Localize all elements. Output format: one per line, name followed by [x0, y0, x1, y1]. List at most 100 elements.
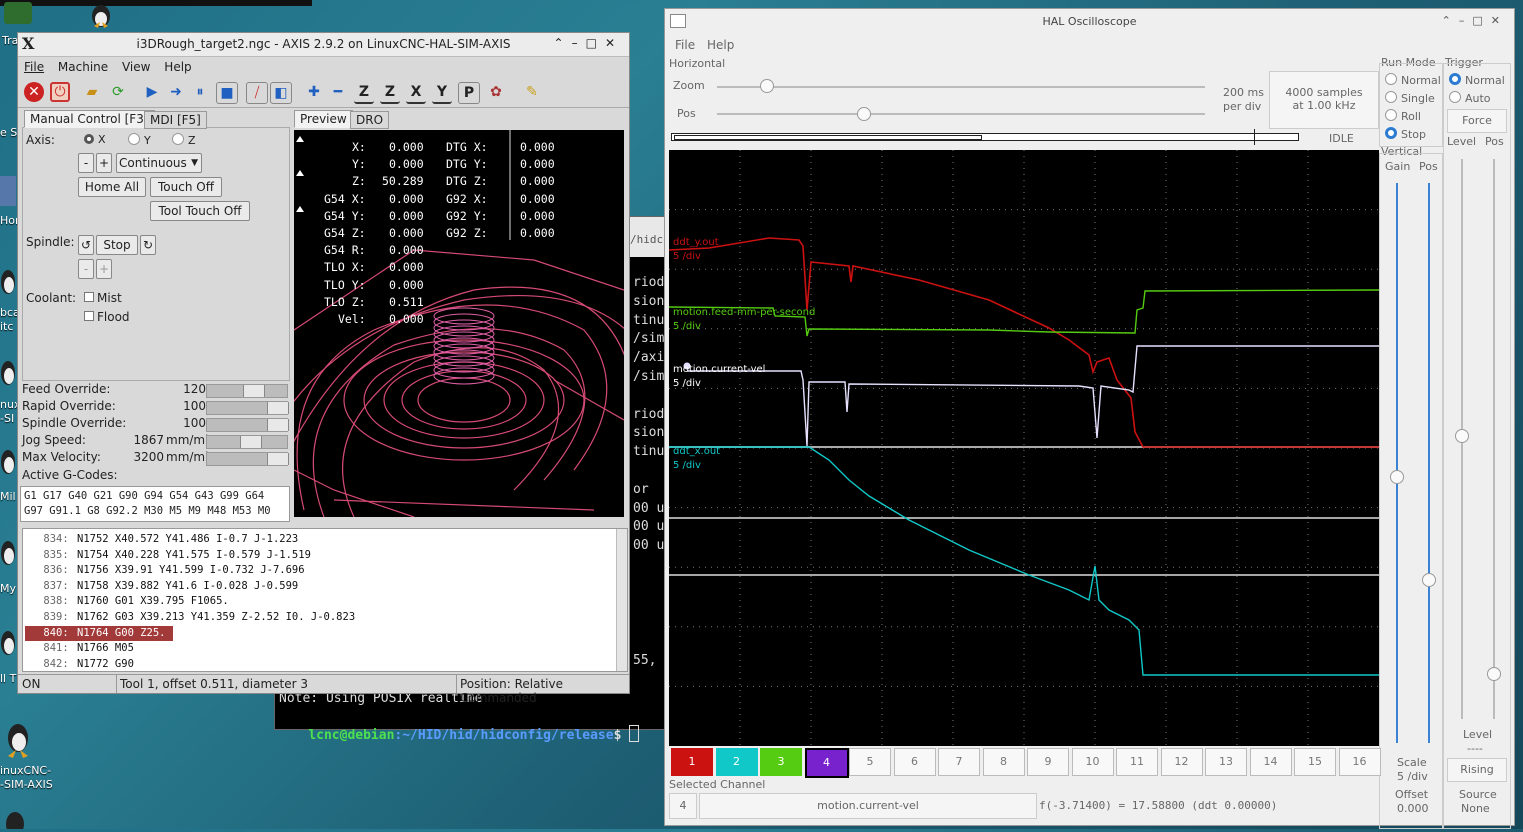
penguin-icon[interactable] [0, 444, 16, 480]
maximize-icon[interactable]: □ [1472, 14, 1490, 27]
window-controls[interactable]: ⌃–□✕ [1442, 14, 1508, 27]
gcode-line[interactable]: N1754 X40.228 Y41.575 I-0.579 J-1.519 [77, 549, 311, 561]
jog-minus-button[interactable]: - [78, 153, 94, 173]
channel-button-11[interactable]: 11 [1116, 748, 1158, 776]
override-slider-knob[interactable] [267, 402, 289, 414]
listing-scrollbar[interactable] [616, 529, 627, 671]
toolpath-preview[interactable]: X: 0.000 DTG X: 0.000 Y: 0.000 DTG Y: 0.000 Z: 50… [294, 130, 624, 517]
minimize-icon[interactable]: – [1459, 14, 1473, 27]
trigger-mode-auto[interactable]: Auto [1449, 91, 1491, 105]
hal-oscilloscope-window[interactable]: HAL Oscilloscope ⌃–□✕ File Help Horizont… [664, 8, 1515, 829]
penguin-icon[interactable] [0, 535, 16, 571]
override-slider-knob[interactable] [240, 436, 262, 448]
view-z2-icon[interactable]: Z [380, 82, 400, 104]
channel-button-1[interactable]: 1 [671, 748, 713, 776]
view-p-icon[interactable]: P [458, 82, 480, 104]
run-mode-stop[interactable]: Stop [1385, 127, 1426, 141]
open-file-icon[interactable]: ▰ [82, 82, 102, 102]
menu-machine[interactable]: Machine [58, 60, 108, 74]
home-all-button[interactable]: Home All [78, 177, 146, 197]
axis-z-radio[interactable]: Z [172, 133, 196, 147]
vertical-pos-slider-knob[interactable] [1422, 573, 1436, 587]
channel-button-15[interactable]: 15 [1294, 748, 1336, 776]
view-z-icon[interactable]: Z [354, 82, 374, 104]
override-slider[interactable] [206, 384, 288, 398]
channel-button-6[interactable]: 6 [893, 748, 936, 776]
axis-x-radio[interactable]: X [84, 133, 106, 146]
channel-button-9[interactable]: 9 [1027, 748, 1069, 776]
menu-file[interactable]: File [675, 38, 695, 52]
force-button[interactable]: Force [1447, 109, 1507, 133]
linuxcnc-penguin-icon[interactable] [86, 0, 116, 28]
gcode-line[interactable]: N1764 G00 Z25. [77, 627, 166, 639]
channel-button-3[interactable]: 3 [760, 748, 802, 776]
axis-window[interactable]: X i3DRough_target2.ngc - AXIS 2.9.2 on L… [17, 32, 630, 705]
jog-plus-button[interactable]: + [96, 153, 112, 173]
reload-icon[interactable]: ⟳ [108, 82, 128, 102]
gain-slider[interactable] [1396, 183, 1398, 743]
gcode-line[interactable]: N1766 M05 [77, 642, 134, 654]
override-slider[interactable] [206, 418, 289, 432]
override-slider-knob[interactable] [267, 419, 289, 431]
gcode-line[interactable]: N1762 G03 X39.213 Y41.359 Z-2.52 I0. J-0… [77, 611, 355, 623]
view-y-icon[interactable]: Y [432, 82, 452, 104]
trigger-pos-knob[interactable] [1487, 667, 1501, 681]
spindle-stop-button[interactable]: Stop [96, 235, 138, 255]
offset-value[interactable]: 0.000 [1397, 802, 1429, 815]
spindle-minus-button[interactable]: - [78, 259, 94, 279]
channel-button-14[interactable]: 14 [1249, 748, 1292, 776]
terminal-prompt[interactable]: lcnc@debian:~/HID/hid/hidconfig/release$ [277, 710, 640, 758]
trigger-mode-normal[interactable]: Normal [1449, 73, 1505, 87]
collapse-icon[interactable]: ⌃ [1442, 14, 1459, 27]
gcode-line[interactable]: N1772 G90 [77, 658, 134, 670]
spindle-plus-button[interactable]: + [96, 259, 112, 279]
clear-plot-icon[interactable]: ✎ [522, 82, 542, 102]
penguin-icon[interactable] [0, 808, 30, 832]
channel-button-7[interactable]: 7 [938, 748, 980, 776]
rising-button[interactable]: Rising [1447, 758, 1507, 782]
pos-slider-knob[interactable] [857, 107, 872, 121]
stop-icon[interactable]: ■ [216, 82, 238, 104]
axis-y-radio[interactable]: Y [128, 133, 151, 147]
scope-plot[interactable]: ddt_y.out 5 /div motion.feed-mm-per-seco… [668, 150, 1380, 746]
channel-button-4[interactable]: 4 [804, 748, 849, 778]
power-icon[interactable]: ⏻ [50, 82, 70, 102]
mist-checkbox[interactable]: Mist [84, 291, 122, 305]
flood-checkbox[interactable]: Flood [84, 310, 130, 324]
channel-button-2[interactable]: 2 [715, 748, 758, 776]
pause-icon[interactable]: ⏸ [190, 82, 210, 102]
menu-help[interactable]: Help [707, 38, 734, 52]
minimize-icon[interactable]: – [572, 36, 586, 50]
pos-slider[interactable] [717, 113, 1205, 115]
block-delete-icon[interactable]: ⧸ [246, 82, 268, 104]
source-value[interactable]: None [1461, 802, 1490, 815]
run-mode-normal[interactable]: Normal [1385, 73, 1441, 87]
channel-button-10[interactable]: 10 [1071, 748, 1114, 776]
override-slider[interactable] [206, 401, 289, 415]
gcode-line[interactable]: N1760 G01 X39.795 F1065. [77, 595, 229, 607]
close-icon[interactable]: ✕ [1491, 14, 1508, 27]
override-slider[interactable] [206, 452, 289, 466]
zoom-in-icon[interactable]: ✚ [304, 82, 324, 102]
view-x-icon[interactable]: X [406, 82, 426, 104]
zoom-slider[interactable] [717, 86, 1205, 88]
close-icon[interactable]: ✕ [605, 36, 623, 50]
run-icon[interactable]: ▶ [142, 82, 162, 102]
gcode-listing[interactable]: 834: N1752 X40.572 Y41.486 I-0.7 J-1.223 8… [22, 528, 628, 672]
jog-mode-select[interactable]: Continuous ▼ [116, 153, 202, 173]
trigger-pos-slider[interactable] [1493, 159, 1495, 719]
trash-icon[interactable] [4, 2, 32, 24]
optional-stop-icon[interactable]: ◧ [270, 82, 292, 104]
tool-touch-off-button[interactable]: Tool Touch Off [150, 201, 250, 221]
override-slider[interactable] [206, 435, 288, 449]
run-mode-roll[interactable]: Roll [1385, 109, 1421, 123]
linuxcnc-sim-axis-icon[interactable] [0, 718, 36, 758]
channel-button-5[interactable]: 5 [849, 748, 891, 776]
folder-icon[interactable] [0, 176, 16, 206]
step-icon[interactable]: ➜ [166, 82, 186, 102]
channel-button-16[interactable]: 16 [1338, 748, 1381, 776]
trigger-level-knob[interactable] [1455, 429, 1469, 443]
zoom-out-icon[interactable]: ━ [328, 82, 348, 102]
vertical-pos-slider[interactable] [1428, 183, 1430, 743]
rotate-icon[interactable]: ✿ [486, 82, 506, 102]
